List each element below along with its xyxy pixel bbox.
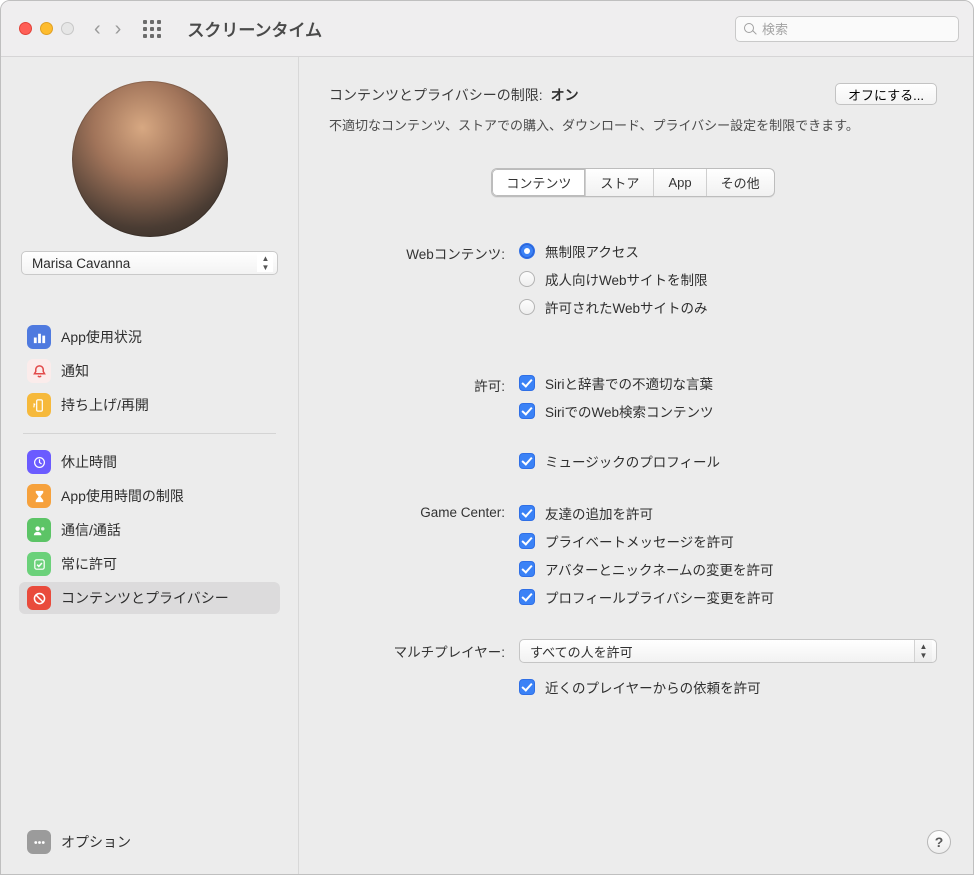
radio-icon [519, 271, 535, 287]
radio-limit-adult[interactable]: 成人向けWebサイトを制限 [519, 269, 937, 289]
sidebar-nav: App使用状況 通知 持ち上げ/再開 休止時間 App使用時間の制 [19, 321, 280, 614]
radio-icon [519, 243, 535, 259]
checkbox-icon [519, 589, 535, 605]
sidebar-item-label: コンテンツとプライバシー [61, 588, 229, 608]
multiplayer-label: マルチプレイヤー: [329, 639, 505, 661]
sidebar-item-app-limits[interactable]: App使用時間の制限 [19, 480, 280, 512]
bell-icon [27, 359, 51, 383]
back-button[interactable]: ‹ [94, 19, 101, 39]
turn-off-button[interactable]: オフにする... [835, 83, 937, 105]
check-gc-private-msg[interactable]: プライベートメッセージを許可 [519, 531, 937, 551]
ellipsis-icon [27, 830, 51, 854]
checkbox-icon [519, 533, 535, 549]
sidebar-item-label: App使用状況 [61, 327, 142, 347]
search-icon [744, 23, 756, 35]
radio-unrestricted[interactable]: 無制限アクセス [519, 241, 937, 261]
sidebar-divider [23, 433, 276, 434]
check-gc-privacy-change[interactable]: プロフィールプライバシー変更を許可 [519, 587, 937, 607]
gamecenter-options: 友達の追加を許可 プライベートメッセージを許可 アバターとニックネームの変更を許… [519, 503, 937, 607]
check-gc-add-friends[interactable]: 友達の追加を許可 [519, 503, 937, 523]
restrictions-description: 不適切なコンテンツ、ストアでの購入、ダウンロード、プライバシー設定を制限できます… [329, 115, 937, 134]
content-area: Marisa Cavanna ▲▼ App使用状況 通知 持ち上げ/再開 [1, 57, 973, 874]
window-title: スクリーンタイム [187, 16, 322, 41]
web-content-options: 無制限アクセス 成人向けWebサイトを制限 許可されたWebサイトのみ [519, 241, 937, 317]
chevron-up-down-icon: ▲▼ [257, 254, 273, 272]
restrictions-label: コンテンツとプライバシーの制限: [329, 85, 543, 105]
minimize-window-button[interactable] [40, 22, 53, 35]
restrictions-status: オン [551, 85, 579, 105]
allow-label: 許可: [329, 373, 505, 395]
sidebar-item-always-allowed[interactable]: 常に許可 [19, 548, 280, 580]
header-row: コンテンツとプライバシーの制限: オン オフにする... [329, 83, 937, 105]
close-window-button[interactable] [19, 22, 32, 35]
zoom-window-button[interactable] [61, 22, 74, 35]
sidebar-item-notifications[interactable]: 通知 [19, 355, 280, 387]
main-panel: コンテンツとプライバシーの制限: オン オフにする... 不適切なコンテンツ、ス… [299, 57, 973, 874]
checkbox-icon [519, 453, 535, 469]
dropdown-value: すべての人を許可 [530, 642, 633, 661]
content-form: Webコンテンツ: 無制限アクセス 成人向けWebサイトを制限 許可されたWeb… [329, 241, 937, 697]
sidebar-item-pickups[interactable]: 持ち上げ/再開 [19, 389, 280, 421]
sidebar: Marisa Cavanna ▲▼ App使用状況 通知 持ち上げ/再開 [1, 57, 299, 874]
sidebar-item-content-privacy[interactable]: コンテンツとプライバシー [19, 582, 280, 614]
user-name: Marisa Cavanna [32, 256, 130, 271]
sidebar-item-communication[interactable]: 通信/通話 [19, 514, 280, 546]
sidebar-item-label: 休止時間 [61, 452, 117, 472]
tab-content[interactable]: コンテンツ [492, 169, 586, 196]
check-nearby-requests[interactable]: 近くのプレイヤーからの依頼を許可 [519, 677, 937, 697]
clock-moon-icon [27, 450, 51, 474]
sidebar-item-label: 常に許可 [61, 554, 117, 574]
tab-store[interactable]: ストア [586, 169, 654, 196]
check-music-profile[interactable]: ミュージックのプロフィール [519, 451, 937, 471]
sidebar-item-label: 通信/通話 [61, 520, 121, 540]
checkbox-icon [519, 375, 535, 391]
checkbox-icon [519, 505, 535, 521]
sidebar-item-label: 持ち上げ/再開 [61, 395, 149, 415]
bar-chart-icon [27, 325, 51, 349]
checkbox-icon [519, 561, 535, 577]
sidebar-item-downtime[interactable]: 休止時間 [19, 446, 280, 478]
tab-other[interactable]: その他 [707, 169, 774, 196]
multiplayer-options: すべての人を許可 ▲▼ 近くのプレイヤーからの依頼を許可 [519, 639, 937, 697]
hourglass-icon [27, 484, 51, 508]
tab-app[interactable]: App [654, 169, 706, 196]
sidebar-item-label: App使用時間の制限 [61, 486, 184, 506]
help-button[interactable]: ? [927, 830, 951, 854]
gamecenter-label: Game Center: [329, 503, 505, 520]
pickup-icon [27, 393, 51, 417]
allow-options: Siriと辞書での不適切な言葉 SiriでのWeb検索コンテンツ ミュージックの… [519, 373, 937, 471]
check-shield-icon [27, 552, 51, 576]
chevron-up-down-icon: ▲▼ [914, 640, 932, 662]
check-siri-explicit[interactable]: Siriと辞書での不適切な言葉 [519, 373, 937, 393]
radio-allowed-only[interactable]: 許可されたWebサイトのみ [519, 297, 937, 317]
tab-bar: コンテンツ ストア App その他 [491, 168, 774, 197]
show-all-prefs-button[interactable] [143, 20, 161, 38]
avatar [72, 81, 228, 237]
window-controls [19, 22, 74, 35]
check-siri-web[interactable]: SiriでのWeb検索コンテンツ [519, 401, 937, 421]
people-icon [27, 518, 51, 542]
sidebar-item-app-usage[interactable]: App使用状況 [19, 321, 280, 353]
nav-buttons: ‹ › [94, 19, 121, 39]
forward-button[interactable]: › [115, 19, 122, 39]
sidebar-item-label: 通知 [61, 361, 89, 381]
search-placeholder: 検索 [762, 19, 788, 38]
prohibited-icon [27, 586, 51, 610]
titlebar: ‹ › スクリーンタイム 検索 [1, 1, 973, 57]
window: ‹ › スクリーンタイム 検索 Marisa Cavanna ▲▼ App使用状… [0, 0, 974, 875]
radio-icon [519, 299, 535, 315]
checkbox-icon [519, 403, 535, 419]
options-label: オプション [61, 832, 131, 852]
checkbox-icon [519, 679, 535, 695]
multiplayer-dropdown[interactable]: すべての人を許可 ▲▼ [519, 639, 937, 663]
search-field[interactable]: 検索 [735, 16, 959, 42]
web-content-label: Webコンテンツ: [329, 241, 505, 263]
user-selector[interactable]: Marisa Cavanna ▲▼ [21, 251, 278, 275]
sidebar-options-button[interactable]: オプション [19, 824, 280, 860]
check-gc-avatar-nick[interactable]: アバターとニックネームの変更を許可 [519, 559, 937, 579]
